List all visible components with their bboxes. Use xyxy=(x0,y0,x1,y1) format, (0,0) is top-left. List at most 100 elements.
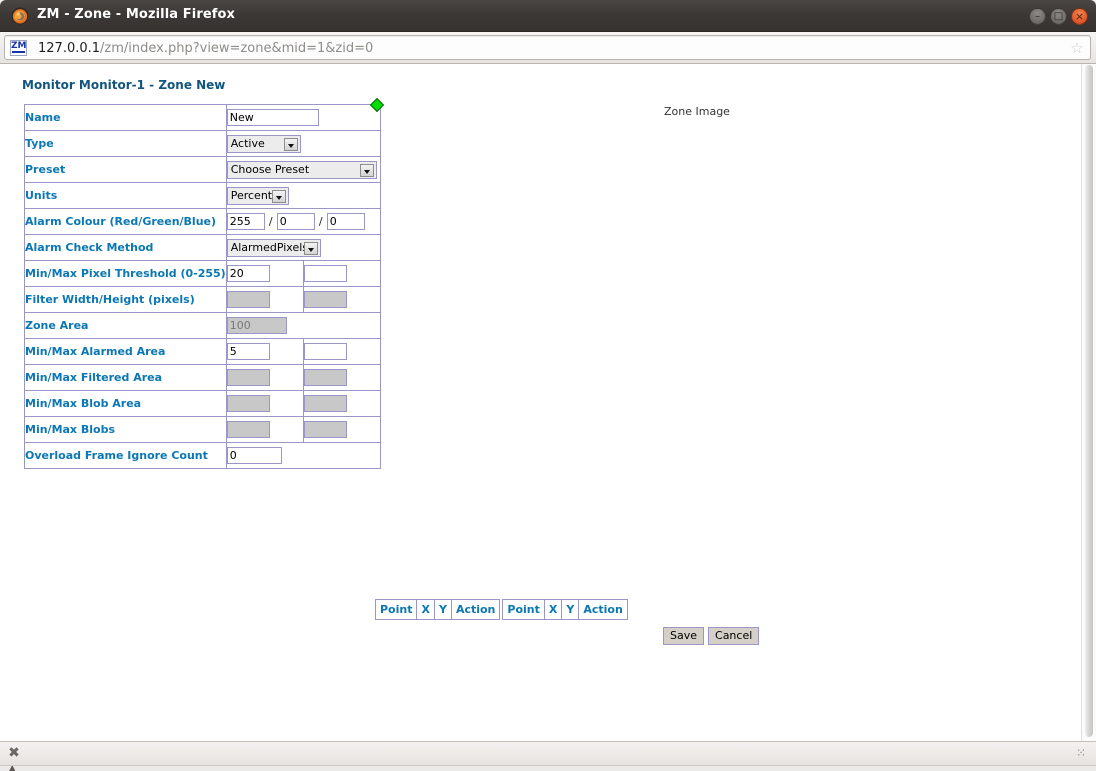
settings-row-label: Units xyxy=(24,182,227,209)
points-header-x: X xyxy=(543,599,563,620)
save-button[interactable]: Save xyxy=(663,627,705,645)
points-header-row: Point X Y Action xyxy=(502,599,628,620)
select-alarm-check-method[interactable]: AlarmedPixels xyxy=(226,238,321,257)
title-bar: ZM - Zone - Mozilla Firefox – □ × xyxy=(0,0,1096,32)
url-bar[interactable]: ZM 127.0.0.1/zm/index.php?view=zone&mid=… xyxy=(4,35,1091,60)
settings-input-min xyxy=(226,421,270,438)
settings-row-min-cell xyxy=(225,338,304,365)
alarm-colour-red-input[interactable] xyxy=(226,213,265,230)
taskbar-expand-arrow-icon[interactable]: ▲ xyxy=(8,766,16,771)
close-icon: × xyxy=(1074,10,1085,23)
cancel-button[interactable]: Cancel xyxy=(708,627,760,645)
settings-input-max[interactable] xyxy=(303,265,347,282)
settings-row-label: Name xyxy=(24,104,227,131)
form-actions: Save Cancel xyxy=(663,627,760,645)
select-value: AlarmedPixels xyxy=(230,240,309,254)
settings-row: Units Percent xyxy=(24,182,381,209)
settings-row-max-cell xyxy=(302,286,381,313)
select-preset[interactable]: Choose Preset xyxy=(226,160,377,179)
points-header-action: Action xyxy=(450,599,501,620)
window-title: ZM - Zone - Mozilla Firefox xyxy=(37,7,236,22)
page-title: Monitor Monitor-1 - Zone New xyxy=(22,78,226,92)
settings-row-value-cell: AlarmedPixels xyxy=(225,234,381,261)
browser-window: ZM - Zone - Mozilla Firefox – □ × ZM 127… xyxy=(0,0,1096,771)
zone-settings-body: NameTypeActivePresetChoose PresetUnitsPe… xyxy=(24,104,381,469)
settings-row-min-cell xyxy=(225,260,304,287)
chevron-down-icon xyxy=(283,137,298,151)
settings-row-value-cell: Active xyxy=(225,130,381,157)
settings-row-max-cell xyxy=(302,338,381,365)
chevron-down-icon xyxy=(303,241,318,255)
points-header-y: Y xyxy=(433,599,452,620)
scrollbar-thumb[interactable] xyxy=(1085,65,1093,737)
settings-row-label: Min/Max Blob Area xyxy=(24,390,227,417)
desktop-taskbar: ▲ xyxy=(0,765,1096,771)
chevron-down-icon xyxy=(271,189,286,203)
settings-row-label: Min/Max Blobs xyxy=(24,416,227,443)
alarm-colour-green-input[interactable] xyxy=(276,213,315,230)
url-path: /zm/index.php?view=zone&mid=1&zid=0 xyxy=(100,41,374,56)
favicon-label: ZM xyxy=(11,41,27,51)
zone-area-input xyxy=(226,317,287,334)
url-text: 127.0.0.1/zm/index.php?view=zone&mid=1&z… xyxy=(38,40,373,57)
rgb-separator: / xyxy=(268,215,273,228)
settings-row-label: Filter Width/Height (pixels) xyxy=(24,286,227,313)
settings-input-max[interactable] xyxy=(303,343,347,360)
select-value: Percent xyxy=(230,188,273,202)
settings-row: Name xyxy=(24,104,381,131)
select-value: Choose Preset xyxy=(230,162,310,176)
maximize-button[interactable]: □ xyxy=(1050,8,1067,25)
select-type[interactable]: Active xyxy=(226,134,301,153)
zone-points-tables: Point X Y Action Point X Y Action xyxy=(374,599,628,620)
vertical-scrollbar[interactable] xyxy=(1081,64,1096,741)
settings-row-label: Min/Max Alarmed Area xyxy=(24,338,227,365)
settings-row-label: Type xyxy=(24,130,227,157)
settings-row: Min/Max Alarmed Area xyxy=(24,338,381,365)
site-favicon-icon: ZM xyxy=(10,40,27,56)
settings-row-label: Preset xyxy=(24,156,227,183)
settings-row-value-cell xyxy=(225,312,381,339)
url-host: 127.0.0.1 xyxy=(38,41,101,56)
settings-row: Min/Max Blob Area xyxy=(24,390,381,417)
settings-row: Type Active xyxy=(24,130,381,157)
zone-points-table: Point X Y Action xyxy=(374,599,501,620)
resize-grip-icon[interactable]: ⁙ xyxy=(1072,746,1090,760)
settings-row-max-cell xyxy=(302,390,381,417)
settings-row: Min/Max Filtered Area xyxy=(24,364,381,391)
settings-input-max xyxy=(303,291,347,308)
settings-row: Zone Area xyxy=(24,312,381,339)
status-close-icon[interactable]: ✖ xyxy=(7,746,21,760)
settings-input-min[interactable] xyxy=(226,343,270,360)
maximize-icon: □ xyxy=(1053,11,1064,22)
navigation-toolbar: ZM 127.0.0.1/zm/index.php?view=zone&mid=… xyxy=(0,32,1096,64)
zone-points-table: Point X Y Action xyxy=(502,599,628,620)
status-bar: ✖ ⁙ xyxy=(0,741,1096,765)
close-button[interactable]: × xyxy=(1071,8,1088,25)
settings-input-min[interactable] xyxy=(226,265,270,282)
settings-row-max-cell xyxy=(302,260,381,287)
settings-row-value-cell xyxy=(225,104,381,131)
settings-row: Min/Max Blobs xyxy=(24,416,381,443)
zone-name-input[interactable] xyxy=(226,109,319,126)
overload-frame-ignore-count-input[interactable] xyxy=(226,447,282,464)
minimize-button[interactable]: – xyxy=(1029,8,1046,25)
settings-row-label: Min/Max Pixel Threshold (0-255) xyxy=(24,260,227,287)
settings-row: Overload Frame Ignore Count xyxy=(24,442,381,469)
settings-row-label: Min/Max Filtered Area xyxy=(24,364,227,391)
settings-row-value-cell: Choose Preset xyxy=(225,156,381,183)
settings-row: Alarm Colour (Red/Green/Blue) / / xyxy=(24,208,381,235)
settings-row-min-cell xyxy=(225,286,304,313)
firefox-logo-icon xyxy=(11,7,29,25)
settings-row-label: Overload Frame Ignore Count xyxy=(24,442,227,469)
settings-row-value-cell: Percent xyxy=(225,182,381,209)
select-units[interactable]: Percent xyxy=(226,186,289,205)
settings-row-max-cell xyxy=(302,416,381,443)
rgb-separator: / xyxy=(318,215,323,228)
zone-settings-table: NameTypeActivePresetChoose PresetUnitsPe… xyxy=(24,104,381,469)
alarm-colour-blue-input[interactable] xyxy=(326,213,365,230)
chevron-down-icon xyxy=(359,163,374,177)
settings-row-min-cell xyxy=(225,390,304,417)
settings-row-label: Alarm Check Method xyxy=(24,234,227,261)
bookmark-star-icon[interactable]: ☆ xyxy=(1069,40,1085,56)
settings-row-label: Alarm Colour (Red/Green/Blue) xyxy=(24,208,227,235)
